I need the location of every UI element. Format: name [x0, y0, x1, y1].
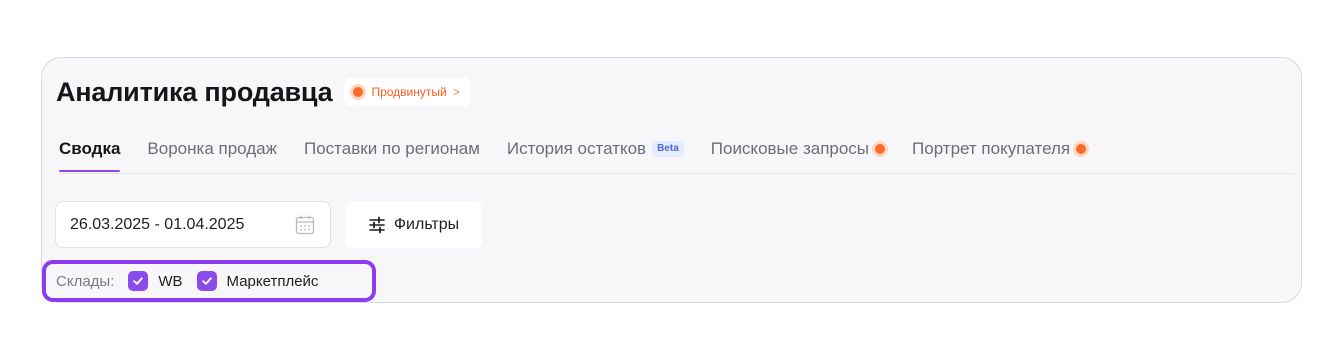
date-range-value: 26.03.2025 - 01.04.2025: [70, 215, 245, 233]
tab-sales-funnel[interactable]: Воронка продаж: [147, 129, 277, 169]
checkbox-wb[interactable]: WB: [128, 271, 183, 291]
tab-stock-history[interactable]: История остатков Beta: [507, 129, 684, 169]
page-header: Аналитика продавца Продвинутый >: [56, 75, 470, 109]
beta-badge: Beta: [652, 141, 684, 157]
warehouses-label: Склады:: [56, 272, 115, 290]
date-range-picker[interactable]: 26.03.2025 - 01.04.2025: [55, 201, 331, 248]
premium-dot-icon: [1076, 144, 1087, 154]
calendar-icon: [295, 215, 315, 234]
seller-analytics-card: Аналитика продавца Продвинутый > Сводка …: [41, 57, 1302, 303]
tab-label: История остатков: [506, 139, 647, 158]
tab-label: Портрет покупателя: [912, 139, 1071, 158]
tab-label: Воронка продаж: [147, 139, 277, 158]
plan-badge-label: Продвинутый: [371, 85, 447, 99]
tab-label: Сводка: [59, 139, 121, 158]
plan-badge[interactable]: Продвинутый >: [344, 78, 470, 106]
chevron-right-icon: >: [452, 85, 460, 99]
tab-label: Поставки по регионам: [304, 139, 480, 158]
checkbox-marketplace[interactable]: Маркетплейс: [196, 271, 319, 291]
checkmark-icon: [196, 271, 217, 291]
filters-button[interactable]: Фильтры: [345, 201, 482, 248]
checkmark-icon: [128, 271, 149, 291]
checkbox-marketplace-label: Маркетплейс: [226, 272, 319, 290]
tab-bar: Сводка Воронка продаж Поставки по регион…: [59, 129, 1295, 174]
tab-regional-supplies[interactable]: Поставки по регионам: [304, 129, 480, 169]
tab-search-queries[interactable]: Поисковые запросы: [710, 129, 886, 169]
sliders-icon: [369, 216, 385, 233]
tab-label: Поисковые запросы: [710, 139, 870, 158]
filters-button-label: Фильтры: [393, 215, 460, 233]
tab-buyer-portrait[interactable]: Портрет покупателя: [912, 129, 1087, 169]
warehouses-filter: Склады: WB Маркетплейс: [42, 260, 376, 302]
tab-summary[interactable]: Сводка: [59, 129, 121, 172]
status-dot-icon: [353, 87, 364, 97]
page-title: Аналитика продавца: [56, 77, 333, 107]
premium-dot-icon: [875, 144, 886, 154]
checkbox-wb-label: WB: [158, 272, 183, 290]
